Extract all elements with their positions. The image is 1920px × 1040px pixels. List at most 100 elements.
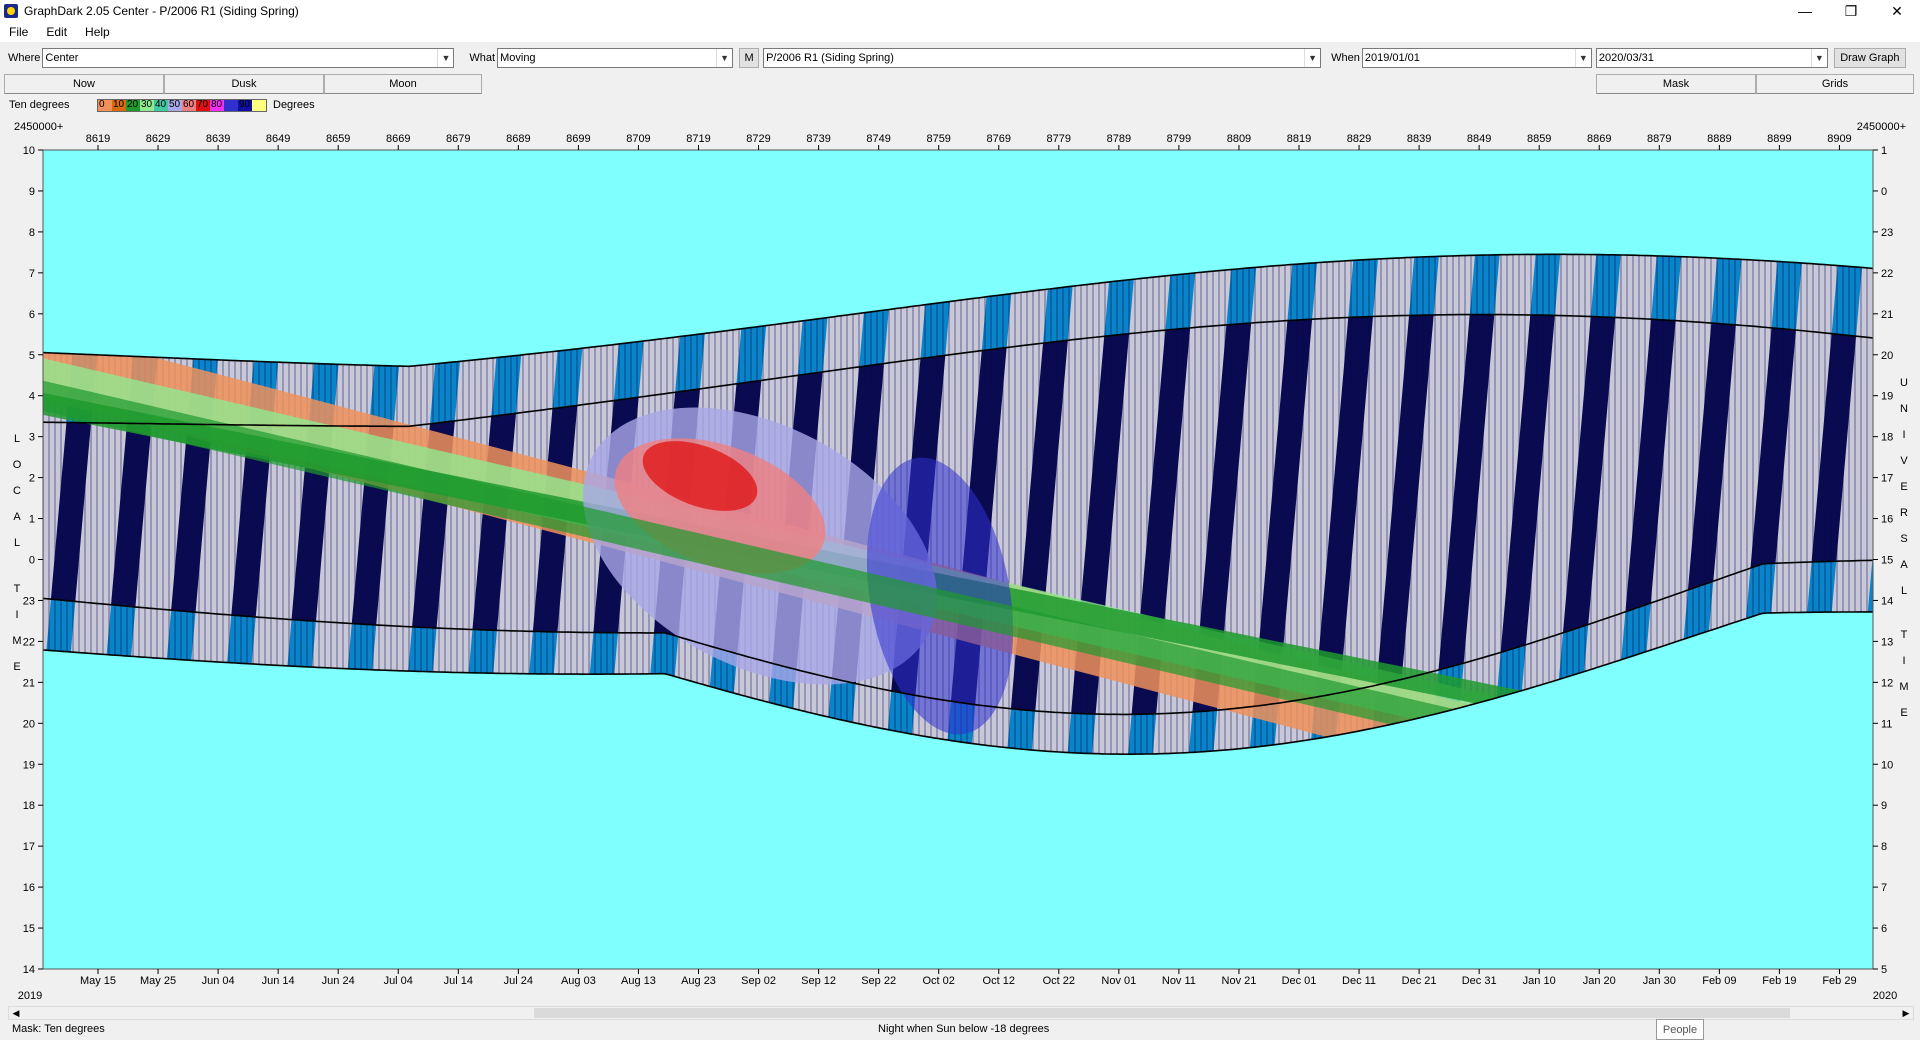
when-label: When [1331, 52, 1360, 64]
what-select[interactable]: Moving ▼ [497, 48, 734, 68]
tab-now[interactable]: Now [4, 74, 164, 94]
date-tick-label: Oct 12 [983, 975, 1015, 987]
local-hour-label: 17 [23, 841, 35, 853]
local-hour-label: 19 [23, 759, 35, 771]
scroll-thumb[interactable] [534, 1008, 1790, 1018]
ut-hour-label: 11 [1881, 718, 1892, 730]
menu-file[interactable]: File [0, 25, 37, 39]
menu-edit[interactable]: Edit [37, 25, 76, 39]
jd-tick-label: 8829 [1347, 133, 1371, 145]
local-hour-label: 2 [29, 473, 35, 485]
ut-hour-label: 15 [1881, 555, 1893, 567]
local-hour-label: 1 [29, 514, 35, 526]
legend-swatch: 60 [182, 99, 196, 111]
menu-help[interactable]: Help [76, 25, 119, 39]
restore-icon[interactable]: ❐ [1828, 0, 1874, 22]
legend-label: Ten degrees [9, 99, 70, 111]
date-tick-label: Nov 21 [1222, 975, 1257, 987]
scroll-left-icon[interactable]: ◀ [9, 1007, 23, 1019]
jd-tick-label: 8719 [686, 133, 710, 145]
status-bar: Mask: Ten degrees Night when Sun below -… [0, 1020, 1920, 1040]
legend-swatch: 20 [126, 99, 140, 111]
tab-mask[interactable]: Mask [1596, 74, 1756, 94]
date-tick-label: Jan 10 [1523, 975, 1556, 987]
local-hour-label: 16 [23, 882, 35, 894]
date-tick-label: Nov 11 [1162, 975, 1196, 987]
date-tick-label: Dec 01 [1282, 975, 1317, 987]
minimize-icon[interactable]: — [1782, 0, 1828, 22]
jd-tick-label: 8729 [746, 133, 770, 145]
jd-tick-label: 8839 [1407, 133, 1431, 145]
horizontal-scrollbar[interactable]: ◀ ▶ [8, 1006, 1914, 1020]
visibility-graph[interactable]: 2450000+ 2450000+8619 8629 8639 8649 8659 8669… [0, 116, 1920, 1004]
when-end-value: 2020/03/31 [1598, 52, 1654, 64]
jd-tick-label: 8889 [1707, 133, 1731, 145]
where-value: Center [45, 52, 79, 64]
chevron-down-icon[interactable]: ▼ [1574, 49, 1591, 67]
right-axis-title: UNIVERSAL TIME [1899, 377, 1908, 719]
jd-tick-label: 8909 [1827, 133, 1851, 145]
date-tick-label: Aug 13 [621, 975, 656, 987]
what-value: Moving [500, 52, 536, 64]
toolbar: Where Center ▼ What Moving ▼ M P/2006 R1 (… [0, 44, 1920, 72]
jd-tick-label: 8699 [566, 133, 590, 145]
date-tick-label: Jul 24 [504, 975, 533, 987]
date-tick-label: May 25 [140, 975, 176, 987]
jd-tick-label: 8769 [987, 133, 1011, 145]
object-select[interactable]: P/2006 R1 (Siding Spring) ▼ [763, 48, 1322, 68]
tab-row: Now Dusk Moon Mask Grids [0, 72, 1920, 94]
ut-hour-label: 23 [1881, 227, 1893, 239]
chevron-down-icon[interactable]: ▼ [716, 49, 732, 67]
year-right-label: 2020 [1873, 990, 1897, 1002]
date-tick-label: Sep 12 [801, 975, 836, 987]
local-hour-label: 20 [23, 718, 35, 730]
date-tick-label: Feb 29 [1822, 975, 1856, 987]
status-night: Night when Sun below -18 degrees [878, 1023, 1050, 1035]
when-start-value: 2019/01/01 [1364, 52, 1420, 64]
jd-tick-label: 8619 [86, 133, 110, 145]
close-icon[interactable]: ✕ [1874, 0, 1920, 22]
tab-grids[interactable]: Grids [1756, 74, 1914, 94]
tab-dusk[interactable]: Dusk [164, 74, 324, 94]
legend-swatch: 80 [210, 99, 224, 111]
date-tick-label: Aug 03 [561, 975, 596, 987]
chevron-down-icon[interactable]: ▼ [437, 49, 453, 67]
jd-tick-label: 8649 [266, 133, 290, 145]
people-button[interactable]: People [1656, 1019, 1704, 1040]
when-start-select[interactable]: 2019/01/01 ▼ [1361, 48, 1592, 68]
jd-tick-label: 8689 [506, 133, 530, 145]
what-label: What [469, 52, 496, 64]
jd-tick-label: 8849 [1467, 133, 1491, 145]
local-hour-label: 8 [29, 227, 35, 239]
date-tick-label: Dec 21 [1402, 975, 1437, 987]
where-select[interactable]: Center ▼ [42, 48, 455, 68]
legend-swatch: 90 [238, 99, 252, 111]
local-hour-label: 18 [23, 800, 35, 812]
jd-tick-label: 8789 [1107, 133, 1131, 145]
local-hour-label: 7 [29, 268, 35, 280]
ut-hour-label: 20 [1881, 350, 1893, 362]
ut-hour-label: 22 [1881, 268, 1893, 280]
date-tick-label: Oct 22 [1043, 975, 1075, 987]
m-button[interactable]: M [739, 48, 760, 68]
date-tick-label: Nov 01 [1101, 975, 1136, 987]
ut-hour-label: 16 [1881, 514, 1893, 526]
date-tick-label: Jun 14 [262, 975, 295, 987]
local-hour-label: 21 [23, 677, 35, 689]
chevron-down-icon[interactable]: ▼ [1810, 49, 1827, 67]
tab-moon[interactable]: Moon [324, 74, 482, 94]
ut-hour-label: 12 [1881, 677, 1893, 689]
scroll-right-icon[interactable]: ▶ [1899, 1007, 1913, 1019]
jd-tick-label: 8639 [206, 133, 230, 145]
jd-tick-label: 8869 [1587, 133, 1611, 145]
when-end-select[interactable]: 2020/03/31 ▼ [1595, 48, 1828, 68]
date-tick-label: Feb 19 [1762, 975, 1796, 987]
chevron-down-icon[interactable]: ▼ [1304, 49, 1320, 67]
ut-hour-label: 1 [1881, 145, 1887, 157]
year-left-label: 2019 [18, 990, 42, 1002]
jd-tick-label: 8799 [1167, 133, 1191, 145]
legend-swatch: 0 [98, 99, 112, 111]
draw-graph-button[interactable]: Draw Graph [1833, 48, 1906, 68]
date-tick-label: May 15 [80, 975, 116, 987]
local-hour-label: 5 [29, 350, 35, 362]
